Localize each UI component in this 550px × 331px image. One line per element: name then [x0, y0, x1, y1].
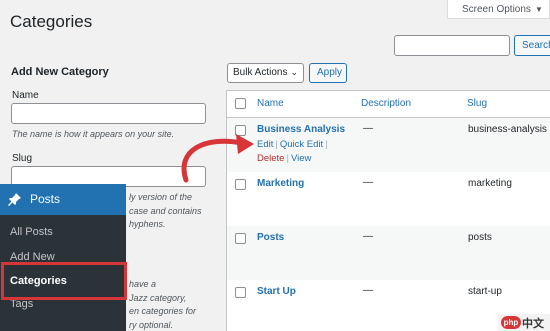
logo-text: 中文网	[522, 318, 544, 330]
menu-posts[interactable]: Posts	[0, 184, 126, 215]
logo-badge: php	[501, 316, 521, 329]
menu-posts-label: Posts	[30, 192, 61, 206]
menu-item-all-posts[interactable]: All Posts	[10, 226, 53, 238]
watermark-logo: php 中文网	[498, 314, 550, 331]
admin-menu: Posts All Posts Add New Categories Tags	[0, 184, 126, 331]
highlight-box	[1, 262, 127, 300]
pushpin-icon	[8, 193, 21, 206]
